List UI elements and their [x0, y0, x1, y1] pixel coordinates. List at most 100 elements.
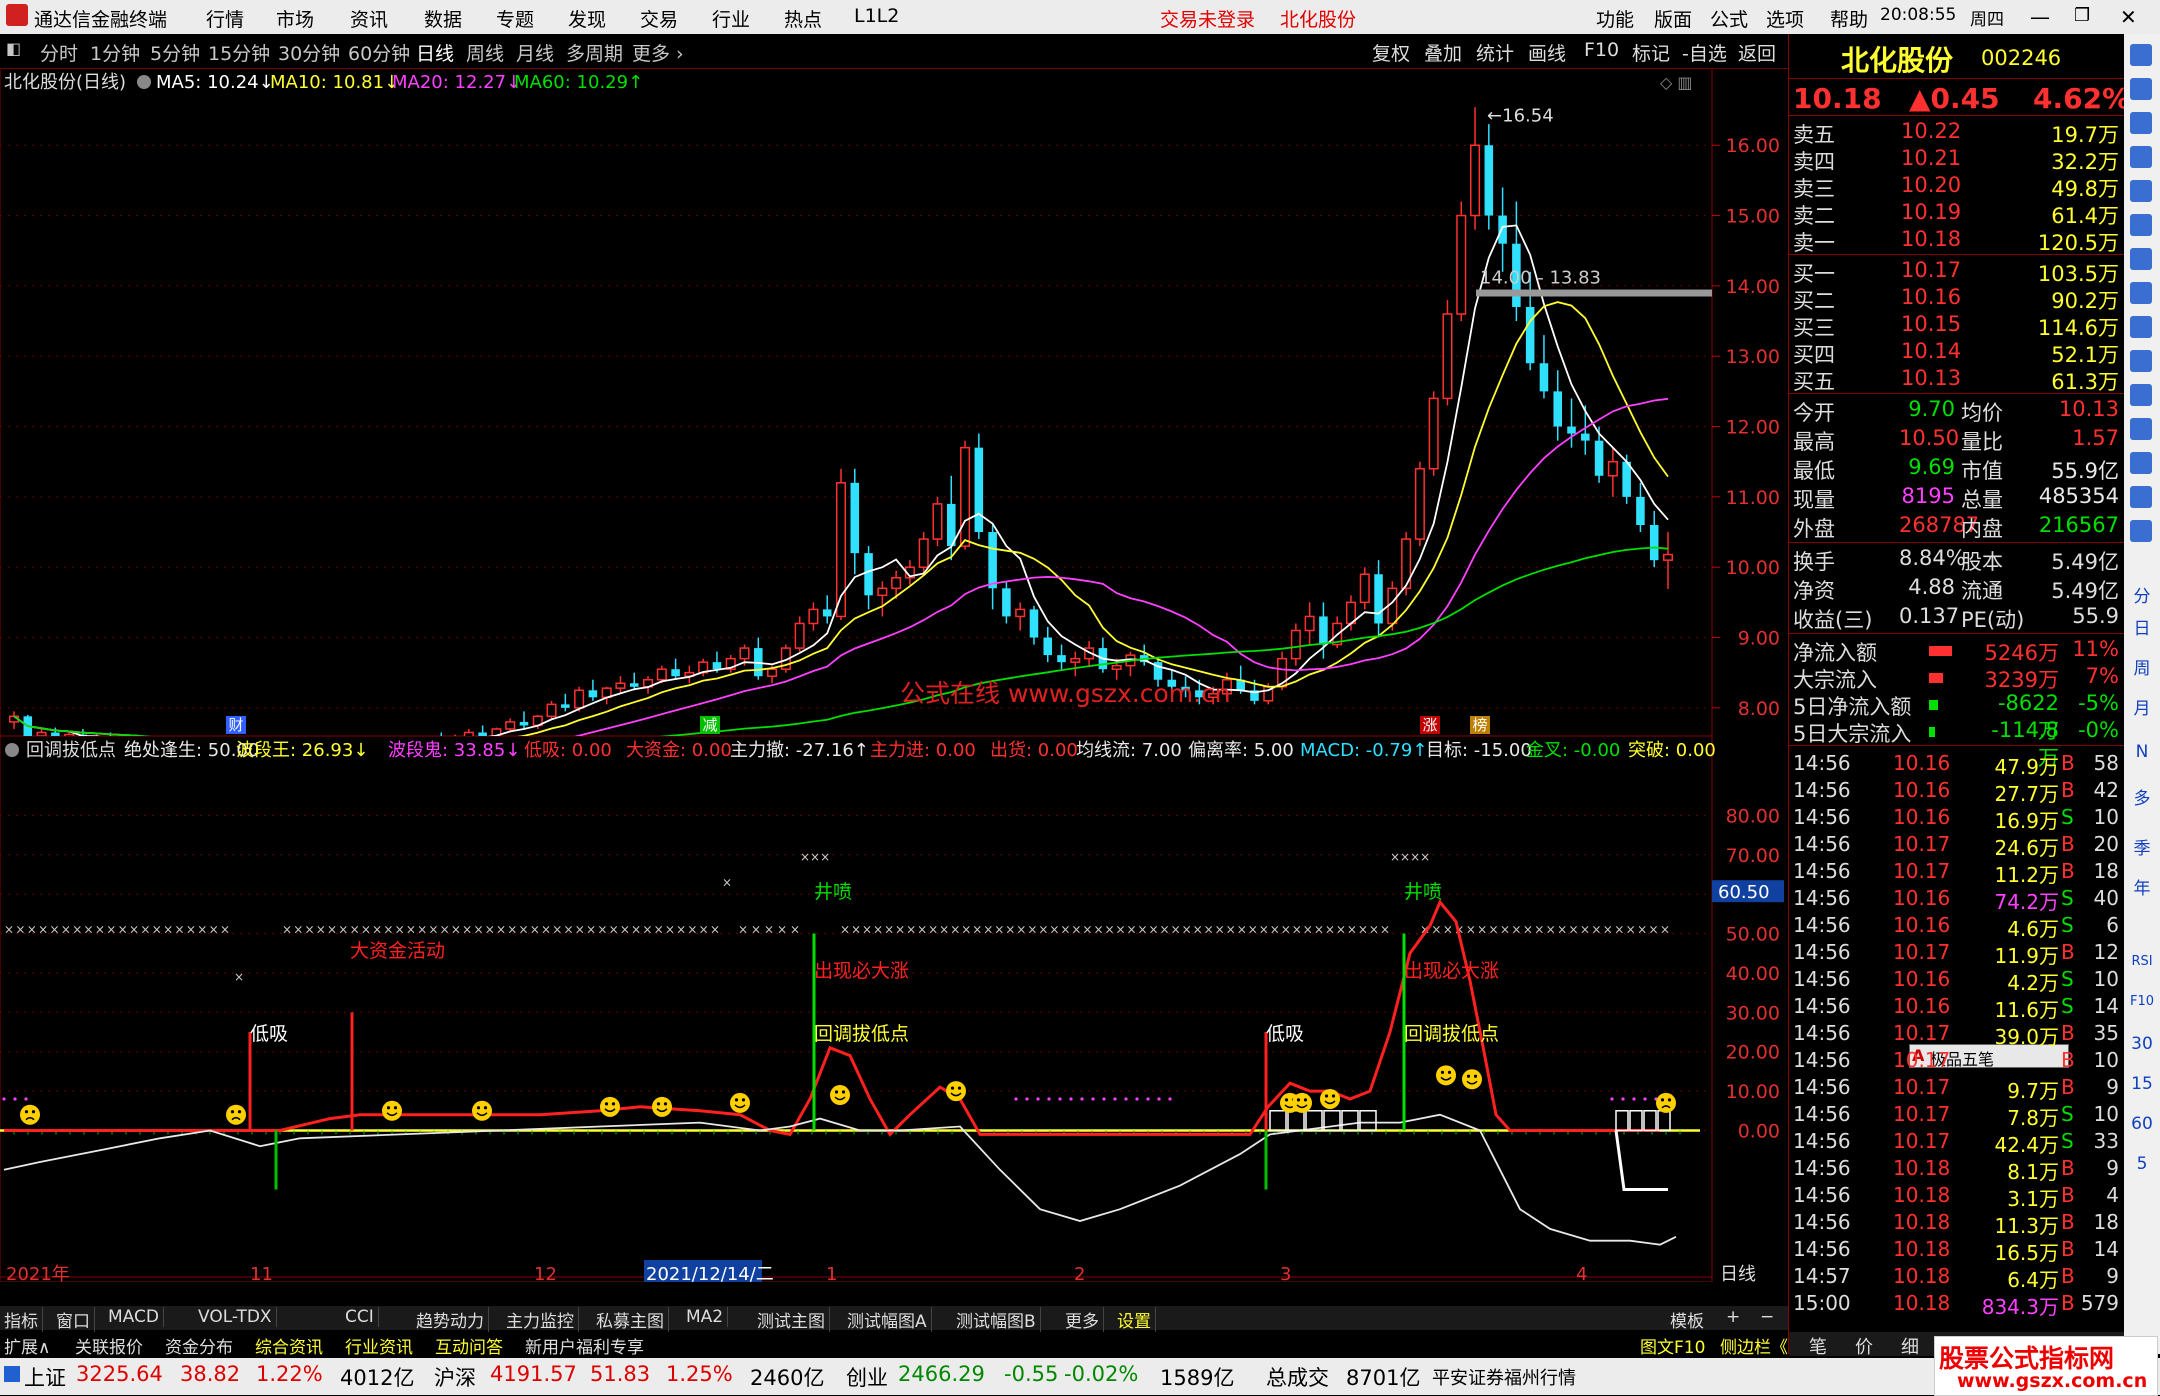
sidebar-label[interactable]: 60 — [2126, 1114, 2158, 1134]
menu-right-item[interactable]: 功能 — [1596, 5, 1634, 32]
indicator-tab[interactable]: 更多 — [1065, 1307, 1104, 1332]
bar-chart-icon[interactable] — [2130, 214, 2152, 236]
period-tab[interactable]: 60分钟 — [348, 39, 410, 66]
indicator-tab[interactable]: CCI — [345, 1307, 379, 1327]
chart-tool-button[interactable]: 叠加 — [1424, 39, 1462, 66]
menu-item[interactable]: 行情 — [206, 5, 244, 32]
menu-right-item[interactable]: 选项 — [1766, 5, 1804, 32]
sidebar-toggle[interactable]: 侧边栏《 — [1720, 1333, 1788, 1358]
sz-label[interactable]: 沪深 — [434, 1362, 476, 1392]
sidebar-label[interactable]: 30 — [2126, 1034, 2158, 1054]
sidebar-label[interactable]: RSI — [2126, 954, 2158, 969]
sh-label[interactable]: 上证 — [24, 1362, 66, 1392]
info-tab[interactable]: 综合资讯 — [255, 1333, 323, 1358]
info-tab[interactable]: 行业资讯 — [345, 1333, 413, 1358]
chart-icon[interactable] — [2130, 180, 2152, 202]
ask-row[interactable]: 卖五 10.22 19.7万 — [1789, 118, 2125, 147]
circle-icon[interactable] — [2130, 520, 2152, 542]
menu-item[interactable]: 资讯 — [350, 5, 388, 32]
period-tab[interactable]: 周线 — [466, 39, 504, 66]
info-tab[interactable]: 扩展∧ — [4, 1333, 50, 1358]
menu-right-item[interactable]: 版面 — [1654, 5, 1692, 32]
period-tab[interactable]: 月线 — [516, 39, 554, 66]
period-tab[interactable]: 分时 — [40, 39, 78, 66]
info-tab[interactable]: 新用户福利专享 — [525, 1333, 644, 1358]
period-tab[interactable]: 1分钟 — [90, 39, 140, 66]
arrow-up-icon[interactable] — [2130, 78, 2152, 100]
lock-icon[interactable] — [2130, 486, 2152, 508]
chart-tool-button[interactable]: -自选 — [1682, 39, 1727, 66]
ask-row[interactable]: 卖二 10.19 61.4万 — [1789, 199, 2125, 228]
arrow-up-icon[interactable] — [2130, 44, 2152, 66]
menu-item[interactable]: 交易 — [640, 5, 678, 32]
indicator-tab[interactable]: 私募主图 — [596, 1307, 669, 1332]
sidebar-label[interactable]: 15 — [2126, 1074, 2158, 1094]
chart-option-icon[interactable]: ◇ ▥ — [1660, 73, 1693, 92]
menu-item[interactable]: L1L2 — [854, 5, 899, 27]
period-tab[interactable]: 更多 › — [632, 39, 684, 66]
info-tab[interactable]: 关联报价 — [75, 1333, 143, 1358]
menu-right-item[interactable]: 帮助 — [1830, 5, 1868, 32]
chart-tool-button[interactable]: 画线 — [1528, 39, 1566, 66]
period-tab[interactable]: 日线 — [416, 39, 454, 66]
chart-tool-button[interactable]: F10 — [1584, 39, 1619, 61]
indicator-chart[interactable]: 0.0010.0020.0030.0040.0050.0060.0070.008… — [0, 736, 1788, 1282]
indicator-tab[interactable]: 指标 — [4, 1307, 43, 1332]
table-icon[interactable] — [2130, 316, 2152, 338]
list-icon[interactable] — [2130, 384, 2152, 406]
indicator-tab[interactable]: 趋势动力 — [416, 1307, 489, 1332]
menu-item[interactable]: 专题 — [496, 5, 534, 32]
fin-icon[interactable] — [2130, 350, 2152, 372]
tick-tab[interactable]: 细 — [1901, 1333, 1919, 1359]
bid-row[interactable]: 买二 10.16 90.2万 — [1789, 284, 2125, 313]
restore-icon[interactable]: ❐ — [2074, 5, 2090, 26]
menu-item[interactable]: 热点 — [784, 5, 822, 32]
sidebar-label[interactable]: 5 — [2126, 1154, 2158, 1174]
f10-tab[interactable]: 图文F10 — [1640, 1333, 1705, 1358]
sidebar-label[interactable]: 多 — [2126, 784, 2158, 809]
bid-row[interactable]: 买四 10.14 52.1万 — [1789, 338, 2125, 367]
bid-row[interactable]: 买三 10.15 114.6万 — [1789, 311, 2125, 340]
settings-icon[interactable] — [137, 75, 151, 89]
indicator-tab[interactable]: 主力监控 — [506, 1307, 579, 1332]
tick-tab[interactable]: 笔 — [1809, 1333, 1827, 1359]
indicator-tab[interactable]: 测试主图 — [757, 1307, 830, 1332]
template-button[interactable]: 模板 — [1670, 1307, 1704, 1332]
menu-item[interactable]: 行业 — [712, 5, 750, 32]
remove-icon[interactable]: − — [1760, 1307, 1774, 1327]
sidebar-label[interactable]: N — [2126, 742, 2158, 762]
sidebar-label[interactable]: 周 — [2126, 654, 2158, 679]
sidebar-label[interactable]: 月 — [2126, 694, 2158, 719]
sidebar-label[interactable]: F10 — [2126, 994, 2158, 1009]
cy-label[interactable]: 创业 — [846, 1362, 888, 1392]
calc-icon[interactable] — [2130, 146, 2152, 168]
menu-item[interactable]: 数据 — [424, 5, 462, 32]
add-icon[interactable]: + — [1726, 1307, 1740, 1327]
chart-tool-button[interactable]: 复权 — [1372, 39, 1410, 66]
sidebar-label[interactable]: 分 — [2126, 582, 2158, 607]
indicator-tab[interactable]: MA2 — [686, 1307, 729, 1327]
period-tab[interactable]: 30分钟 — [278, 39, 340, 66]
chart-tool-button[interactable]: 统计 — [1476, 39, 1514, 66]
period-tab[interactable]: 5分钟 — [150, 39, 200, 66]
tick-tab[interactable]: 价 — [1855, 1333, 1873, 1359]
indicator-tab[interactable]: VOL-TDX — [198, 1307, 277, 1327]
menu-item[interactable]: 发现 — [568, 5, 606, 32]
trade-status[interactable]: 交易未登录 — [1160, 5, 1255, 32]
indicator-tab[interactable]: 测试幅图A — [847, 1307, 932, 1332]
arrow-down-icon[interactable] — [2130, 112, 2152, 134]
info-tab[interactable]: 互动问答 — [435, 1333, 503, 1358]
candle-icon[interactable] — [2130, 282, 2152, 304]
ind-settings-icon[interactable] — [5, 743, 19, 757]
indicator-tab[interactable]: 窗口 — [56, 1307, 95, 1332]
indicator-tab[interactable]: 测试幅图B — [956, 1307, 1041, 1332]
chart-tool-button[interactable]: 返回 — [1738, 39, 1776, 66]
panel-toggle-icon[interactable]: ◧ — [6, 39, 21, 58]
bid-row[interactable]: 买五 10.13 61.3万 — [1789, 365, 2125, 394]
close-icon[interactable]: ✕ — [2120, 5, 2137, 29]
candlestick-chart[interactable]: 8.00 9.00 10.00 11.00 12.00 13.00 14.00 15.00 16… — [0, 68, 1788, 736]
chart-tool-button[interactable]: 标记 — [1632, 39, 1670, 66]
f2-icon[interactable] — [2130, 452, 2152, 474]
sidebar-label[interactable]: 日 — [2126, 614, 2158, 639]
info-tab[interactable]: 资金分布 — [165, 1333, 233, 1358]
